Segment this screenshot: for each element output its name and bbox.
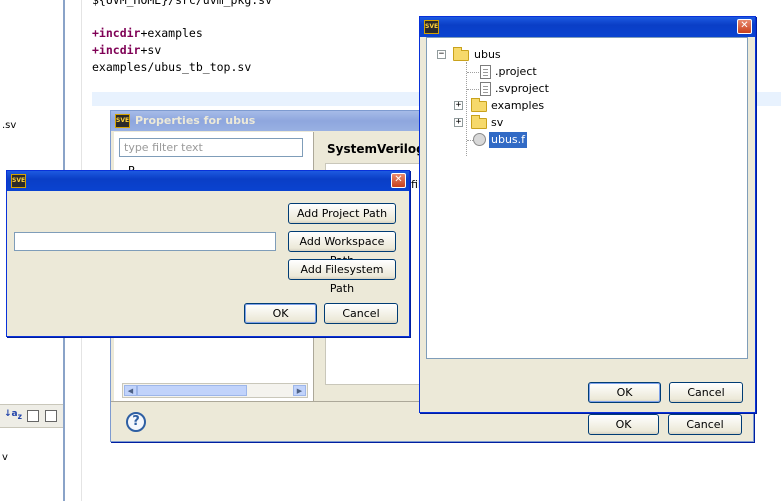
- path-dialog: SVE ✕ Add Project Path Add Workspace Pat…: [6, 170, 410, 337]
- tree-line: [467, 89, 479, 90]
- close-icon[interactable]: ✕: [391, 173, 406, 188]
- sort-az-icon[interactable]: ↓az: [4, 409, 22, 421]
- filelist-icon: [473, 133, 486, 146]
- file-icon: [480, 65, 491, 79]
- properties-ok-button[interactable]: OK: [588, 414, 659, 435]
- hide-fields-icon[interactable]: [27, 410, 39, 422]
- path-dialog-ok-button[interactable]: OK: [244, 303, 317, 324]
- tree-item-label: .project: [495, 65, 537, 78]
- minimize-icon[interactable]: [45, 410, 57, 422]
- properties-cancel-button[interactable]: Cancel: [668, 414, 742, 435]
- collapse-icon[interactable]: −: [437, 50, 446, 59]
- add-workspace-path-button[interactable]: Add Workspace Path: [288, 231, 396, 267]
- editor-line-0: ${UVM_HOME}/src/uvm_pkg.sv: [92, 0, 273, 7]
- sve-app-icon: SVE: [424, 20, 439, 34]
- add-project-path-button[interactable]: Add Project Path: [288, 203, 396, 224]
- editor-line-3: examples/ubus_tb_top.sv: [92, 59, 251, 75]
- tree-item-label: ubus.f: [489, 132, 528, 148]
- path-input[interactable]: [14, 232, 276, 251]
- expand-icon[interactable]: +: [454, 101, 463, 110]
- folder-icon: [471, 115, 487, 129]
- outline-item-fragment: v: [2, 452, 8, 463]
- tree-item-label: examples: [491, 99, 545, 112]
- tree-item-label: ubus: [474, 48, 501, 61]
- path-dialog-cancel-button[interactable]: Cancel: [324, 303, 398, 324]
- line-text: +sv: [140, 43, 162, 57]
- add-filesystem-path-button[interactable]: Add Filesystem Path: [288, 259, 396, 295]
- open-folder-icon: [453, 47, 469, 61]
- tree-item-label: .svproject: [495, 82, 549, 95]
- properties-heading: SystemVerilog: [327, 142, 425, 156]
- line-text: examples/ubus_tb_top.sv: [92, 60, 252, 74]
- keyword: +incdir: [92, 43, 141, 57]
- scroll-right-icon[interactable]: ▶: [293, 385, 306, 396]
- outline-toolbar: ↓az: [0, 404, 63, 428]
- close-icon[interactable]: ✕: [737, 19, 752, 34]
- file-icon: [480, 82, 491, 96]
- sve-app-icon: SVE: [11, 174, 26, 188]
- file-dialog-cancel-button[interactable]: Cancel: [669, 382, 743, 403]
- editor-line-2: +incdir+sv: [92, 42, 161, 58]
- nav-horizontal-scrollbar[interactable]: ◀ ▶: [122, 383, 308, 398]
- properties-title: Properties for ubus: [135, 114, 256, 127]
- tree-item-label: sv: [491, 116, 504, 129]
- folder-icon: [471, 98, 487, 112]
- file-tree: − ubus .project .svproject + examples + …: [426, 37, 748, 359]
- filter-input[interactable]: type filter text: [119, 138, 303, 157]
- scroll-left-icon[interactable]: ◀: [124, 385, 137, 396]
- path-dialog-titlebar[interactable]: SVE ✕: [7, 171, 409, 191]
- scroll-thumb[interactable]: [137, 385, 247, 396]
- expand-icon[interactable]: +: [454, 118, 463, 127]
- tree-line: [467, 72, 479, 73]
- file-dialog-ok-button[interactable]: OK: [588, 382, 661, 403]
- explorer-item-fragment[interactable]: .sv: [2, 120, 16, 131]
- line-text: +examples: [140, 26, 203, 40]
- help-icon[interactable]: ?: [126, 412, 146, 432]
- file-dialog-titlebar[interactable]: SVE ✕: [420, 17, 755, 37]
- sve-app-icon: SVE: [115, 114, 130, 128]
- file-selection-dialog: SVE ✕ − ubus .project .svproject + examp…: [419, 16, 756, 413]
- keyword: +incdir: [92, 26, 141, 40]
- editor-line-1: +incdir+examples: [92, 25, 203, 41]
- tree-line: [466, 62, 467, 156]
